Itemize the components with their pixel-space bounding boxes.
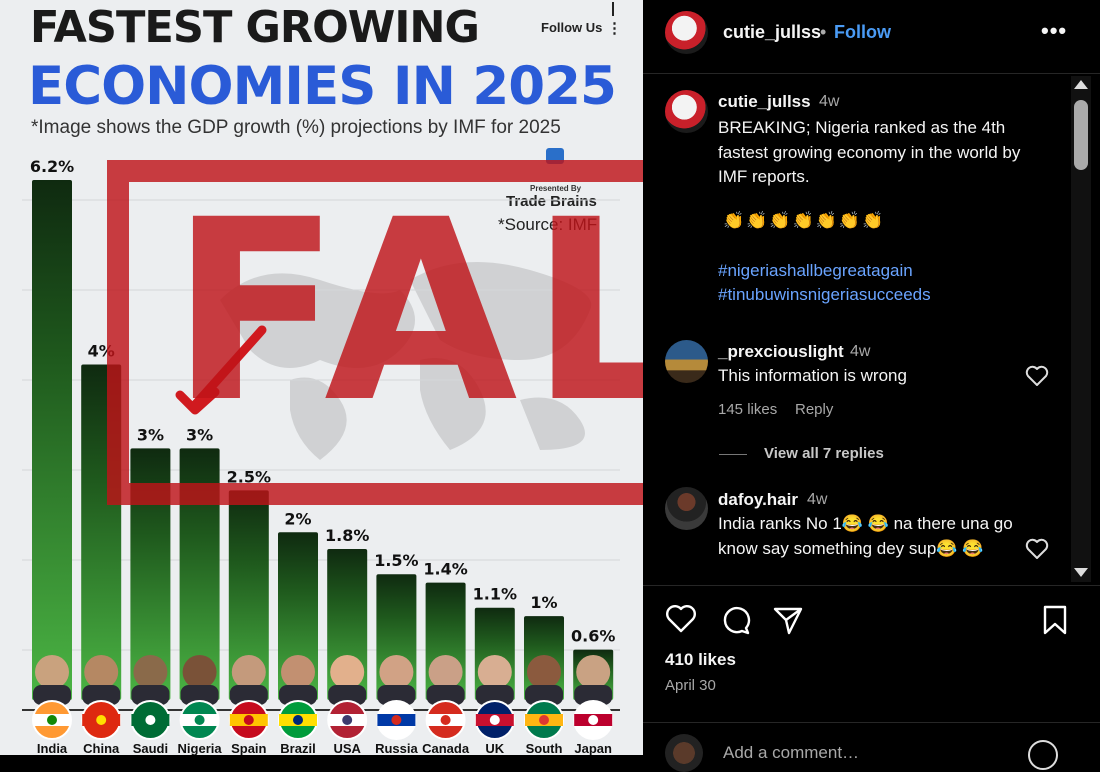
flag-emblem <box>96 715 107 725</box>
infographic-panel: FASTEST GROWING ECONOMIES IN 2025 *Image… <box>0 0 643 755</box>
flag-emblem <box>293 715 303 725</box>
category-label: Japan <box>574 741 612 755</box>
comment-likes[interactable]: 145 likes <box>718 401 777 418</box>
scrollbar-thumb[interactable] <box>1074 100 1088 170</box>
follow-button[interactable]: Follow <box>834 22 891 43</box>
caption-time: 4w <box>819 93 840 110</box>
clapping-emojis: 👏👏👏👏👏👏👏 <box>723 211 886 230</box>
category-label: South <box>526 741 563 755</box>
save-bookmark-icon[interactable] <box>1041 604 1069 636</box>
comment-username[interactable]: _prexciouslight <box>718 342 844 362</box>
leader-portrait-icon <box>428 655 463 689</box>
flag-emblem <box>391 715 402 725</box>
hashtag-link[interactable]: #nigeriashallbegreatagain <box>718 261 913 281</box>
share-send-icon[interactable] <box>772 604 804 636</box>
likes-count[interactable]: 410 likes <box>665 650 736 670</box>
leader-portrait-icon <box>35 655 69 689</box>
value-label: 3% <box>186 425 213 444</box>
flag-emblem <box>145 715 156 725</box>
separator-dot: • <box>820 22 827 42</box>
caption-avatar[interactable] <box>665 90 708 133</box>
flag-emblem <box>440 715 451 725</box>
value-label: 6.2% <box>30 157 74 176</box>
comment-bubble-icon[interactable] <box>719 604 751 636</box>
flag-emblem <box>194 715 205 725</box>
value-label: 1.5% <box>374 551 418 570</box>
leader-portrait-icon <box>281 655 315 689</box>
commenter-avatar[interactable] <box>665 340 708 383</box>
comment-time: 4w <box>850 343 871 360</box>
category-label: Saudi <box>133 741 168 755</box>
scroll-down-arrow-icon[interactable] <box>1074 568 1088 577</box>
bar-india <box>32 180 72 700</box>
flag-emblem <box>489 715 500 725</box>
category-label: Russia <box>375 741 418 755</box>
flag-emblem <box>539 715 549 725</box>
comment-text: India ranks No 1😂 😂 na there una go know… <box>718 514 1013 558</box>
category-label: Nigeria <box>178 741 223 755</box>
category-label: UK <box>485 741 504 755</box>
category-label: Brazil <box>280 741 315 755</box>
leader-portrait-icon <box>133 655 168 689</box>
value-label: 2% <box>284 509 311 528</box>
value-label: 0.6% <box>571 627 615 646</box>
author-avatar[interactable] <box>665 11 708 54</box>
bar-china <box>81 364 122 700</box>
red-arrow-annotation <box>175 325 267 415</box>
more-horizontal-icon[interactable]: ••• <box>1041 18 1067 44</box>
commenter-avatar[interactable] <box>665 487 708 530</box>
hashtag-link[interactable]: #tinubuwinsnigeriasucceeds <box>718 285 931 305</box>
value-label: 2.5% <box>227 467 271 486</box>
reply-button[interactable]: Reply <box>795 401 833 418</box>
author-username[interactable]: cutie_jullss <box>723 22 821 43</box>
comment-text: This information is wrong <box>718 366 907 385</box>
replies-divider <box>719 454 747 455</box>
actions-divider <box>643 585 1100 586</box>
comment-heart-icon[interactable] <box>1025 365 1049 387</box>
flag-emblem <box>243 715 254 725</box>
leader-portrait-icon <box>84 655 119 689</box>
caption-username[interactable]: cutie_jullss <box>718 92 811 112</box>
category-label: China <box>83 741 120 755</box>
leader-portrait-icon <box>182 655 217 689</box>
flag-emblem <box>588 715 599 725</box>
gdp-bar-chart: 6.2% 4% 3% 3% 2.5% 2% 1.8% 1.5% 1.4% 1.1% 1% 0.6% I… <box>22 157 620 755</box>
add-comment-divider <box>643 722 1100 723</box>
header-divider <box>643 73 1100 74</box>
leader-portrait-icon <box>231 655 266 689</box>
emoji-picker-icon[interactable] <box>1028 740 1058 770</box>
like-heart-icon[interactable] <box>665 604 697 634</box>
value-label: 1% <box>530 593 557 612</box>
flag-emblem <box>47 715 57 725</box>
leader-portrait-icon <box>330 655 365 689</box>
category-label: Canada <box>422 741 470 755</box>
comment-heart-icon[interactable] <box>1025 538 1049 560</box>
country-flags <box>32 700 614 740</box>
instagram-post-panel: cutie_jullss • Follow ••• cutie_jullss 4… <box>643 0 1100 772</box>
value-label: 1.8% <box>325 526 369 545</box>
leader-portrait-icon <box>477 655 512 689</box>
comment-username[interactable]: dafoy.hair <box>718 490 798 510</box>
value-label: 3% <box>137 425 164 444</box>
viewer-avatar <box>665 734 703 772</box>
category-label: USA <box>333 741 361 755</box>
chart-category-labels: India China Saudi Nigeria Spain Brazil USA Russ… <box>37 741 612 755</box>
category-label: India <box>37 741 68 755</box>
caption-text: BREAKING; Nigeria ranked as the 4th fast… <box>718 118 1021 186</box>
comment-time: 4w <box>807 491 828 508</box>
leader-portrait-icon <box>576 655 611 689</box>
scroll-up-arrow-icon[interactable] <box>1074 80 1088 89</box>
flag-emblem <box>342 715 353 725</box>
view-replies-button[interactable]: View all 7 replies <box>764 445 884 462</box>
post-date: April 30 <box>665 677 716 694</box>
category-label: Spain <box>231 741 266 755</box>
leader-portrait-icon <box>379 655 414 689</box>
add-comment-input[interactable]: Add a comment… <box>723 743 859 763</box>
value-label: 1.4% <box>423 560 467 579</box>
chart-bars <box>32 180 614 700</box>
value-label: 1.1% <box>473 585 517 604</box>
value-label: 4% <box>88 342 115 361</box>
leader-portrait-icon <box>527 655 561 689</box>
